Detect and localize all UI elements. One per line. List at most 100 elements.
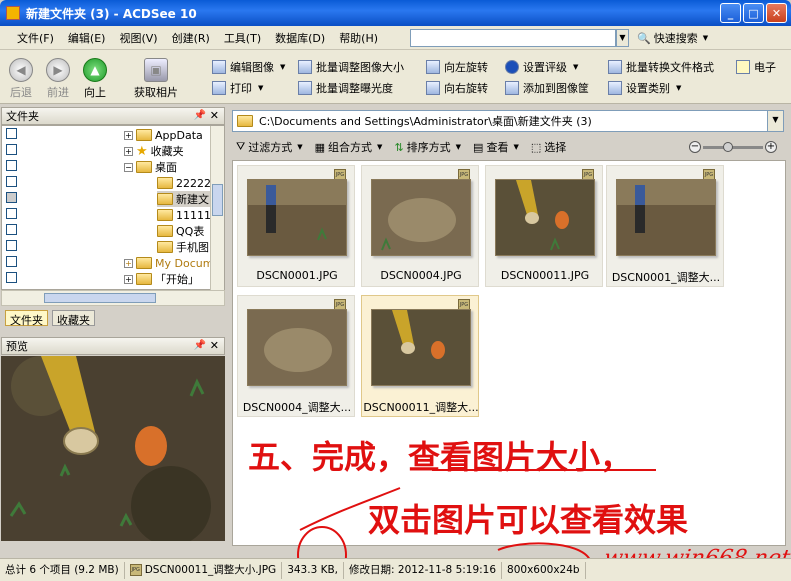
tree-item-favorites[interactable]: + ★ 收藏夹 [124,143,184,159]
thumbnail-label: DSCN0004_调整大... [242,401,352,414]
back-label: 后退 [10,86,32,99]
zoom-track[interactable] [703,141,763,152]
pin-icon[interactable]: 📌 [194,110,206,121]
set-category-button[interactable]: 设置类别 ▼ [608,80,681,96]
thumbnail-item-selected[interactable]: JPG DSCN00011_调整大... [361,295,479,417]
batch-resize-button[interactable]: 批量调整图像大小 [298,59,404,75]
folder-checkbox[interactable] [6,128,17,139]
acquire-photos-button[interactable]: ▣ 获取相片 [128,58,184,100]
close-icon[interactable]: ✕ [210,109,219,122]
forward-button[interactable]: ▶ 前进 [42,58,74,100]
tab-favorites[interactable]: 收藏夹 [52,310,95,327]
scroll-thumb[interactable] [44,293,156,303]
search-dropdown-arrow[interactable]: ▼ [616,29,629,47]
email-button[interactable]: 电子 [736,59,776,75]
print-button[interactable]: 打印 ▼ [212,80,263,96]
folder-checkbox[interactable] [6,144,17,155]
forward-arrow-icon: ▶ [46,58,70,82]
tree-item-desktop[interactable]: − 桌面 [124,159,177,175]
maximize-button[interactable]: □ [743,3,764,23]
expand-icon: + [124,146,133,156]
menu-file[interactable]: 文件(F) [10,30,61,46]
back-arrow-icon: ◀ [9,58,33,82]
tree-item-qq[interactable]: QQ表 [157,223,204,239]
thumbnail-item[interactable]: JPG DSCN0004.JPG [361,165,479,287]
chevron-down-icon: ▼ [702,34,709,42]
thumbnail-image [495,179,595,256]
tree-item-new-folder[interactable]: 新建文 [157,191,212,207]
tree-item-11111[interactable]: 11111 [157,207,211,223]
rotate-left-button[interactable]: 向左旋转 [426,59,488,75]
close-icon[interactable]: ✕ [210,339,219,352]
menu-help[interactable]: 帮助(H) [332,30,385,46]
folder-checkbox[interactable] [6,208,17,219]
menu-view[interactable]: 视图(V) [112,30,164,46]
path-text: C:\Documents and Settings\Administrator\… [259,115,592,128]
zoom-slider[interactable]: − + [689,141,777,153]
tree-item-start[interactable]: + 「开始」 [124,271,199,287]
thumbnail-item[interactable]: JPG DSCN0001.JPG [237,165,355,287]
thumbnail-item[interactable]: JPG DSCN00011.JPG [485,165,603,287]
add-to-basket-button[interactable]: 添加到图像筐 [505,80,589,96]
zoom-out-icon[interactable]: − [689,141,701,153]
acdsee-app-icon[interactable] [6,6,20,20]
folder-icon [157,225,173,237]
tab-folders[interactable]: 文件夹 [5,310,48,327]
path-bar[interactable]: C:\Documents and Settings\Administrator\… [232,110,784,132]
filter-button[interactable]: ⛛ 过滤方式 ▼ [232,139,307,155]
star-icon: ★ [136,143,148,159]
up-arrow-icon: ▲ [83,58,107,82]
folder-tree-vertical-scrollbar[interactable] [210,126,224,290]
select-button[interactable]: ⬚ 选择 [527,139,570,155]
folder-tree-horizontal-scrollbar[interactable] [1,290,225,306]
batch-convert-icon [608,60,622,74]
tree-item-appdata[interactable]: + AppData [124,127,203,143]
tree-item-phone[interactable]: 手机图 [157,239,209,255]
folder-checkbox[interactable] [6,176,17,187]
folder-checkbox[interactable] [6,224,17,235]
group-icon: ▦ [314,140,326,154]
up-label: 向上 [84,86,106,99]
set-rating-button[interactable]: 设置评级 ▼ [505,59,578,75]
path-dropdown-arrow[interactable]: ▼ [767,111,783,131]
thumbnail-label: DSCN00011.JPG [500,269,590,282]
folder-checkbox[interactable] [6,240,17,251]
view-button[interactable]: ▤ 查看 ▼ [469,139,523,155]
zoom-thumb[interactable] [723,141,733,152]
email-label: 电子 [754,61,776,74]
thumbnail-item[interactable]: JPG DSCN0001_调整大... [606,165,724,287]
folder-checkbox[interactable] [6,192,17,203]
folder-checkbox[interactable] [6,256,17,267]
menu-create[interactable]: 创建(R) [165,30,217,46]
folder-checkbox[interactable] [6,160,17,171]
thumbnail-image [371,309,471,386]
group-button[interactable]: ▦ 组合方式 ▼ [311,139,387,155]
thumbnail-item[interactable]: JPG DSCN0004_调整大... [237,295,355,417]
quick-search-button[interactable]: 🔍 快速搜索 ▼ [637,30,708,46]
close-button[interactable]: ✕ [766,3,787,23]
tree-item-my-documents[interactable]: + My Docum [124,255,213,271]
pin-icon[interactable]: 📌 [194,340,206,351]
zoom-in-icon[interactable]: + [765,141,777,153]
folder-checkbox[interactable] [6,272,17,283]
scroll-thumb[interactable] [212,184,223,216]
thumbnail-image [247,309,347,386]
menu-database[interactable]: 数据库(D) [268,30,332,46]
sort-button[interactable]: ⇅ 排序方式 ▼ [390,139,465,155]
rotate-right-button[interactable]: 向右旋转 [426,80,488,96]
up-button[interactable]: ▲ 向上 [79,58,111,100]
menu-tools[interactable]: 工具(T) [217,30,268,46]
status-file-size: 343.3 KB, [282,561,345,579]
menu-edit[interactable]: 编辑(E) [61,30,113,46]
set-category-label: 设置类别 [626,82,670,95]
back-button[interactable]: ◀ 后退 [5,58,37,100]
batch-exposure-button[interactable]: 批量调整曝光度 [298,80,393,96]
tree-item-22222[interactable]: 22222 [157,175,211,191]
edit-image-button[interactable]: 编辑图像 ▼ [212,59,285,75]
search-input[interactable] [410,29,616,47]
minimize-button[interactable]: _ [720,3,741,23]
status-modified: 修改日期: 2012-11-8 5:19:16 [344,561,503,579]
status-bar: 总计 6 个项目 (9.2 MB) JPG DSCN00011_调整大小.JPG … [0,558,791,581]
batch-convert-button[interactable]: 批量转换文件格式 [608,59,714,75]
edit-image-icon [212,60,226,74]
